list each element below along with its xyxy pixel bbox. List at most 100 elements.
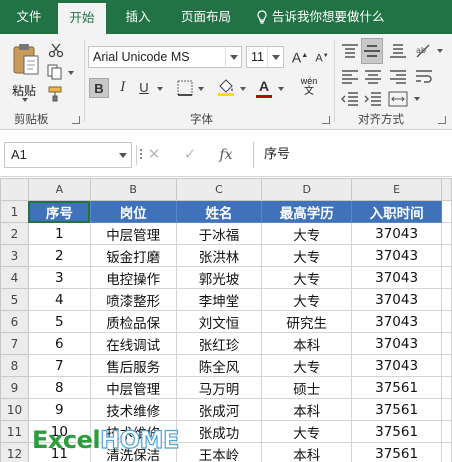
alignment-launcher-icon[interactable] bbox=[438, 116, 446, 124]
align-center-icon[interactable] bbox=[363, 68, 383, 86]
cell[interactable]: 本科 bbox=[261, 442, 353, 462]
cell[interactable]: 大专 bbox=[261, 420, 353, 443]
row-header[interactable]: 1 bbox=[0, 200, 29, 223]
cell[interactable]: 37561 bbox=[351, 420, 442, 443]
column-header-b[interactable]: B bbox=[89, 178, 177, 201]
formula-input[interactable]: 序号 bbox=[253, 142, 452, 168]
cell[interactable] bbox=[441, 354, 452, 377]
chevron-down-icon[interactable] bbox=[119, 153, 127, 158]
cell[interactable]: 姓名 bbox=[175, 200, 263, 223]
align-left-icon[interactable] bbox=[340, 68, 360, 86]
column-header-f[interactable] bbox=[441, 178, 452, 201]
orientation-dropdown-icon[interactable] bbox=[437, 49, 443, 53]
cell[interactable] bbox=[441, 420, 452, 443]
cell[interactable]: 最高学历 bbox=[261, 200, 353, 223]
cell[interactable]: 序号 bbox=[27, 200, 91, 223]
cell[interactable]: 大专 bbox=[261, 288, 353, 311]
cell[interactable]: 8 bbox=[27, 376, 91, 399]
cell[interactable]: 质检品保 bbox=[89, 310, 177, 333]
cell[interactable] bbox=[441, 442, 452, 462]
font-size-combo[interactable]: 11 bbox=[246, 46, 284, 68]
row-header[interactable]: 2 bbox=[0, 222, 29, 245]
cell[interactable]: 37043 bbox=[351, 244, 442, 267]
cell[interactable]: 张成河 bbox=[175, 398, 263, 421]
column-header-d[interactable]: D bbox=[261, 178, 353, 201]
cell[interactable]: 入职时间 bbox=[351, 200, 442, 223]
cell[interactable]: 37561 bbox=[351, 376, 442, 399]
select-all-corner[interactable] bbox=[0, 178, 29, 201]
row-header[interactable]: 10 bbox=[0, 398, 29, 421]
column-header-a[interactable]: A bbox=[27, 178, 91, 201]
cell[interactable]: 岗位 bbox=[89, 200, 177, 223]
tab-insert[interactable]: 插入 bbox=[110, 0, 166, 34]
cut-icon[interactable] bbox=[48, 42, 64, 58]
merge-dropdown-icon[interactable] bbox=[414, 97, 420, 101]
fill-color-icon[interactable] bbox=[216, 77, 236, 97]
cell[interactable]: 37043 bbox=[351, 288, 442, 311]
enter-icon[interactable]: ✓ bbox=[180, 144, 200, 166]
cell[interactable]: 硕士 bbox=[261, 376, 353, 399]
cell[interactable] bbox=[441, 398, 452, 421]
align-top-icon[interactable] bbox=[340, 42, 360, 60]
cell[interactable]: 大专 bbox=[261, 222, 353, 245]
cell[interactable] bbox=[441, 266, 452, 289]
cell[interactable]: 本科 bbox=[261, 332, 353, 355]
cell[interactable]: 在线调试 bbox=[89, 332, 177, 355]
border-icon[interactable] bbox=[176, 79, 194, 97]
cell[interactable]: 大专 bbox=[261, 354, 353, 377]
cancel-icon[interactable]: ✕ bbox=[144, 144, 164, 166]
cell[interactable]: 于冰福 bbox=[175, 222, 263, 245]
cell[interactable] bbox=[441, 244, 452, 267]
border-dropdown-icon[interactable] bbox=[198, 87, 204, 91]
cell[interactable]: 王本岭 bbox=[175, 442, 263, 462]
cell[interactable]: 37043 bbox=[351, 266, 442, 289]
cell[interactable] bbox=[441, 310, 452, 333]
row-header[interactable]: 3 bbox=[0, 244, 29, 267]
cell[interactable]: 刘文恒 bbox=[175, 310, 263, 333]
cell[interactable]: 张红珍 bbox=[175, 332, 263, 355]
row-header[interactable]: 12 bbox=[0, 442, 29, 462]
clipboard-launcher-icon[interactable] bbox=[72, 116, 80, 124]
cell[interactable]: 电控操作 bbox=[89, 266, 177, 289]
tab-home[interactable]: 开始 bbox=[58, 3, 106, 34]
chevron-down-icon[interactable] bbox=[225, 47, 241, 67]
cell[interactable]: 37043 bbox=[351, 310, 442, 333]
row-header[interactable]: 5 bbox=[0, 288, 29, 311]
cell[interactable]: 张成功 bbox=[175, 420, 263, 443]
font-name-combo[interactable]: Arial Unicode MS bbox=[88, 46, 242, 68]
cell[interactable]: 37043 bbox=[351, 332, 442, 355]
column-header-e[interactable]: E bbox=[351, 178, 442, 201]
cell[interactable] bbox=[441, 222, 452, 245]
row-header[interactable]: 6 bbox=[0, 310, 29, 333]
grow-font-button[interactable]: A▲ bbox=[290, 46, 310, 66]
phonetic-guide-button[interactable]: wén 文 bbox=[296, 76, 322, 100]
column-header-c[interactable]: C bbox=[175, 178, 263, 201]
font-color-button[interactable]: A bbox=[254, 76, 274, 96]
merge-center-icon[interactable] bbox=[388, 90, 410, 108]
tab-page-layout[interactable]: 页面布局 bbox=[170, 0, 242, 34]
underline-button[interactable]: U bbox=[134, 78, 154, 98]
cell[interactable]: 2 bbox=[27, 244, 91, 267]
cell[interactable] bbox=[441, 288, 452, 311]
cell[interactable]: 大专 bbox=[261, 266, 353, 289]
cell[interactable]: 技术维修 bbox=[89, 398, 177, 421]
cell[interactable]: 张洪林 bbox=[175, 244, 263, 267]
underline-dropdown-icon[interactable] bbox=[157, 87, 163, 91]
cell[interactable]: 研究生 bbox=[261, 310, 353, 333]
font-launcher-icon[interactable] bbox=[322, 116, 330, 124]
cell[interactable] bbox=[441, 332, 452, 355]
paste-button[interactable]: 粘贴 bbox=[8, 40, 42, 102]
row-header[interactable]: 4 bbox=[0, 266, 29, 289]
formula-bar-grip[interactable] bbox=[140, 147, 143, 163]
cell[interactable]: 中层管理 bbox=[89, 376, 177, 399]
cell[interactable]: 陈全风 bbox=[175, 354, 263, 377]
decrease-indent-icon[interactable] bbox=[340, 90, 360, 108]
cell[interactable]: 37043 bbox=[351, 354, 442, 377]
cell[interactable] bbox=[441, 200, 452, 223]
wrap-text-icon[interactable] bbox=[414, 68, 434, 86]
shrink-font-button[interactable]: A▼ bbox=[312, 46, 332, 66]
cell[interactable]: 9 bbox=[27, 398, 91, 421]
italic-button[interactable]: I bbox=[113, 78, 133, 98]
copy-icon[interactable] bbox=[47, 64, 65, 80]
cell[interactable]: 李坤堂 bbox=[175, 288, 263, 311]
